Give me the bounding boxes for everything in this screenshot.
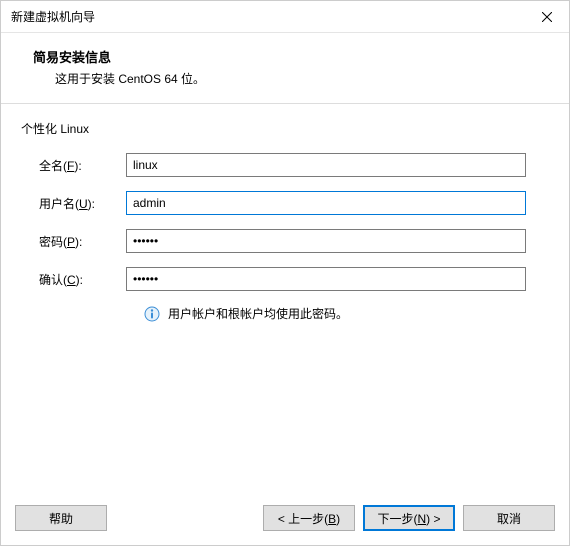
password-label: 密码(P): [21, 233, 126, 250]
close-button[interactable] [524, 2, 569, 32]
password-row: 密码(P): [21, 229, 549, 253]
header-title: 简易安装信息 [33, 47, 545, 66]
wizard-content: 个性化 Linux 全名(F): 用户名(U): 密码(P): 确认(C): 用… [1, 104, 569, 495]
username-label: 用户名(U): [21, 195, 126, 212]
cancel-button[interactable]: 取消 [463, 505, 555, 531]
confirm-row: 确认(C): [21, 267, 549, 291]
confirm-input[interactable] [126, 267, 526, 291]
back-button[interactable]: < 上一步(B) [263, 505, 355, 531]
titlebar: 新建虚拟机向导 [1, 1, 569, 33]
next-button[interactable]: 下一步(N) > [363, 505, 455, 531]
info-text: 用户帐户和根帐户均使用此密码。 [168, 305, 348, 322]
help-button[interactable]: 帮助 [15, 505, 107, 531]
header-subtitle: 这用于安装 CentOS 64 位。 [33, 70, 545, 87]
fullname-input[interactable] [126, 153, 526, 177]
window-title: 新建虚拟机向导 [11, 8, 524, 25]
section-label: 个性化 Linux [21, 120, 549, 137]
username-input[interactable] [126, 191, 526, 215]
wizard-window: 新建虚拟机向导 简易安装信息 这用于安装 CentOS 64 位。 个性化 Li… [0, 0, 570, 546]
info-icon [144, 306, 160, 322]
username-row: 用户名(U): [21, 191, 549, 215]
close-icon [542, 12, 552, 22]
wizard-header: 简易安装信息 这用于安装 CentOS 64 位。 [1, 33, 569, 104]
fullname-row: 全名(F): [21, 153, 549, 177]
password-input[interactable] [126, 229, 526, 253]
info-row: 用户帐户和根帐户均使用此密码。 [21, 305, 549, 322]
wizard-footer: 帮助 < 上一步(B) 下一步(N) > 取消 [1, 495, 569, 545]
fullname-label: 全名(F): [21, 157, 126, 174]
confirm-label: 确认(C): [21, 271, 126, 288]
